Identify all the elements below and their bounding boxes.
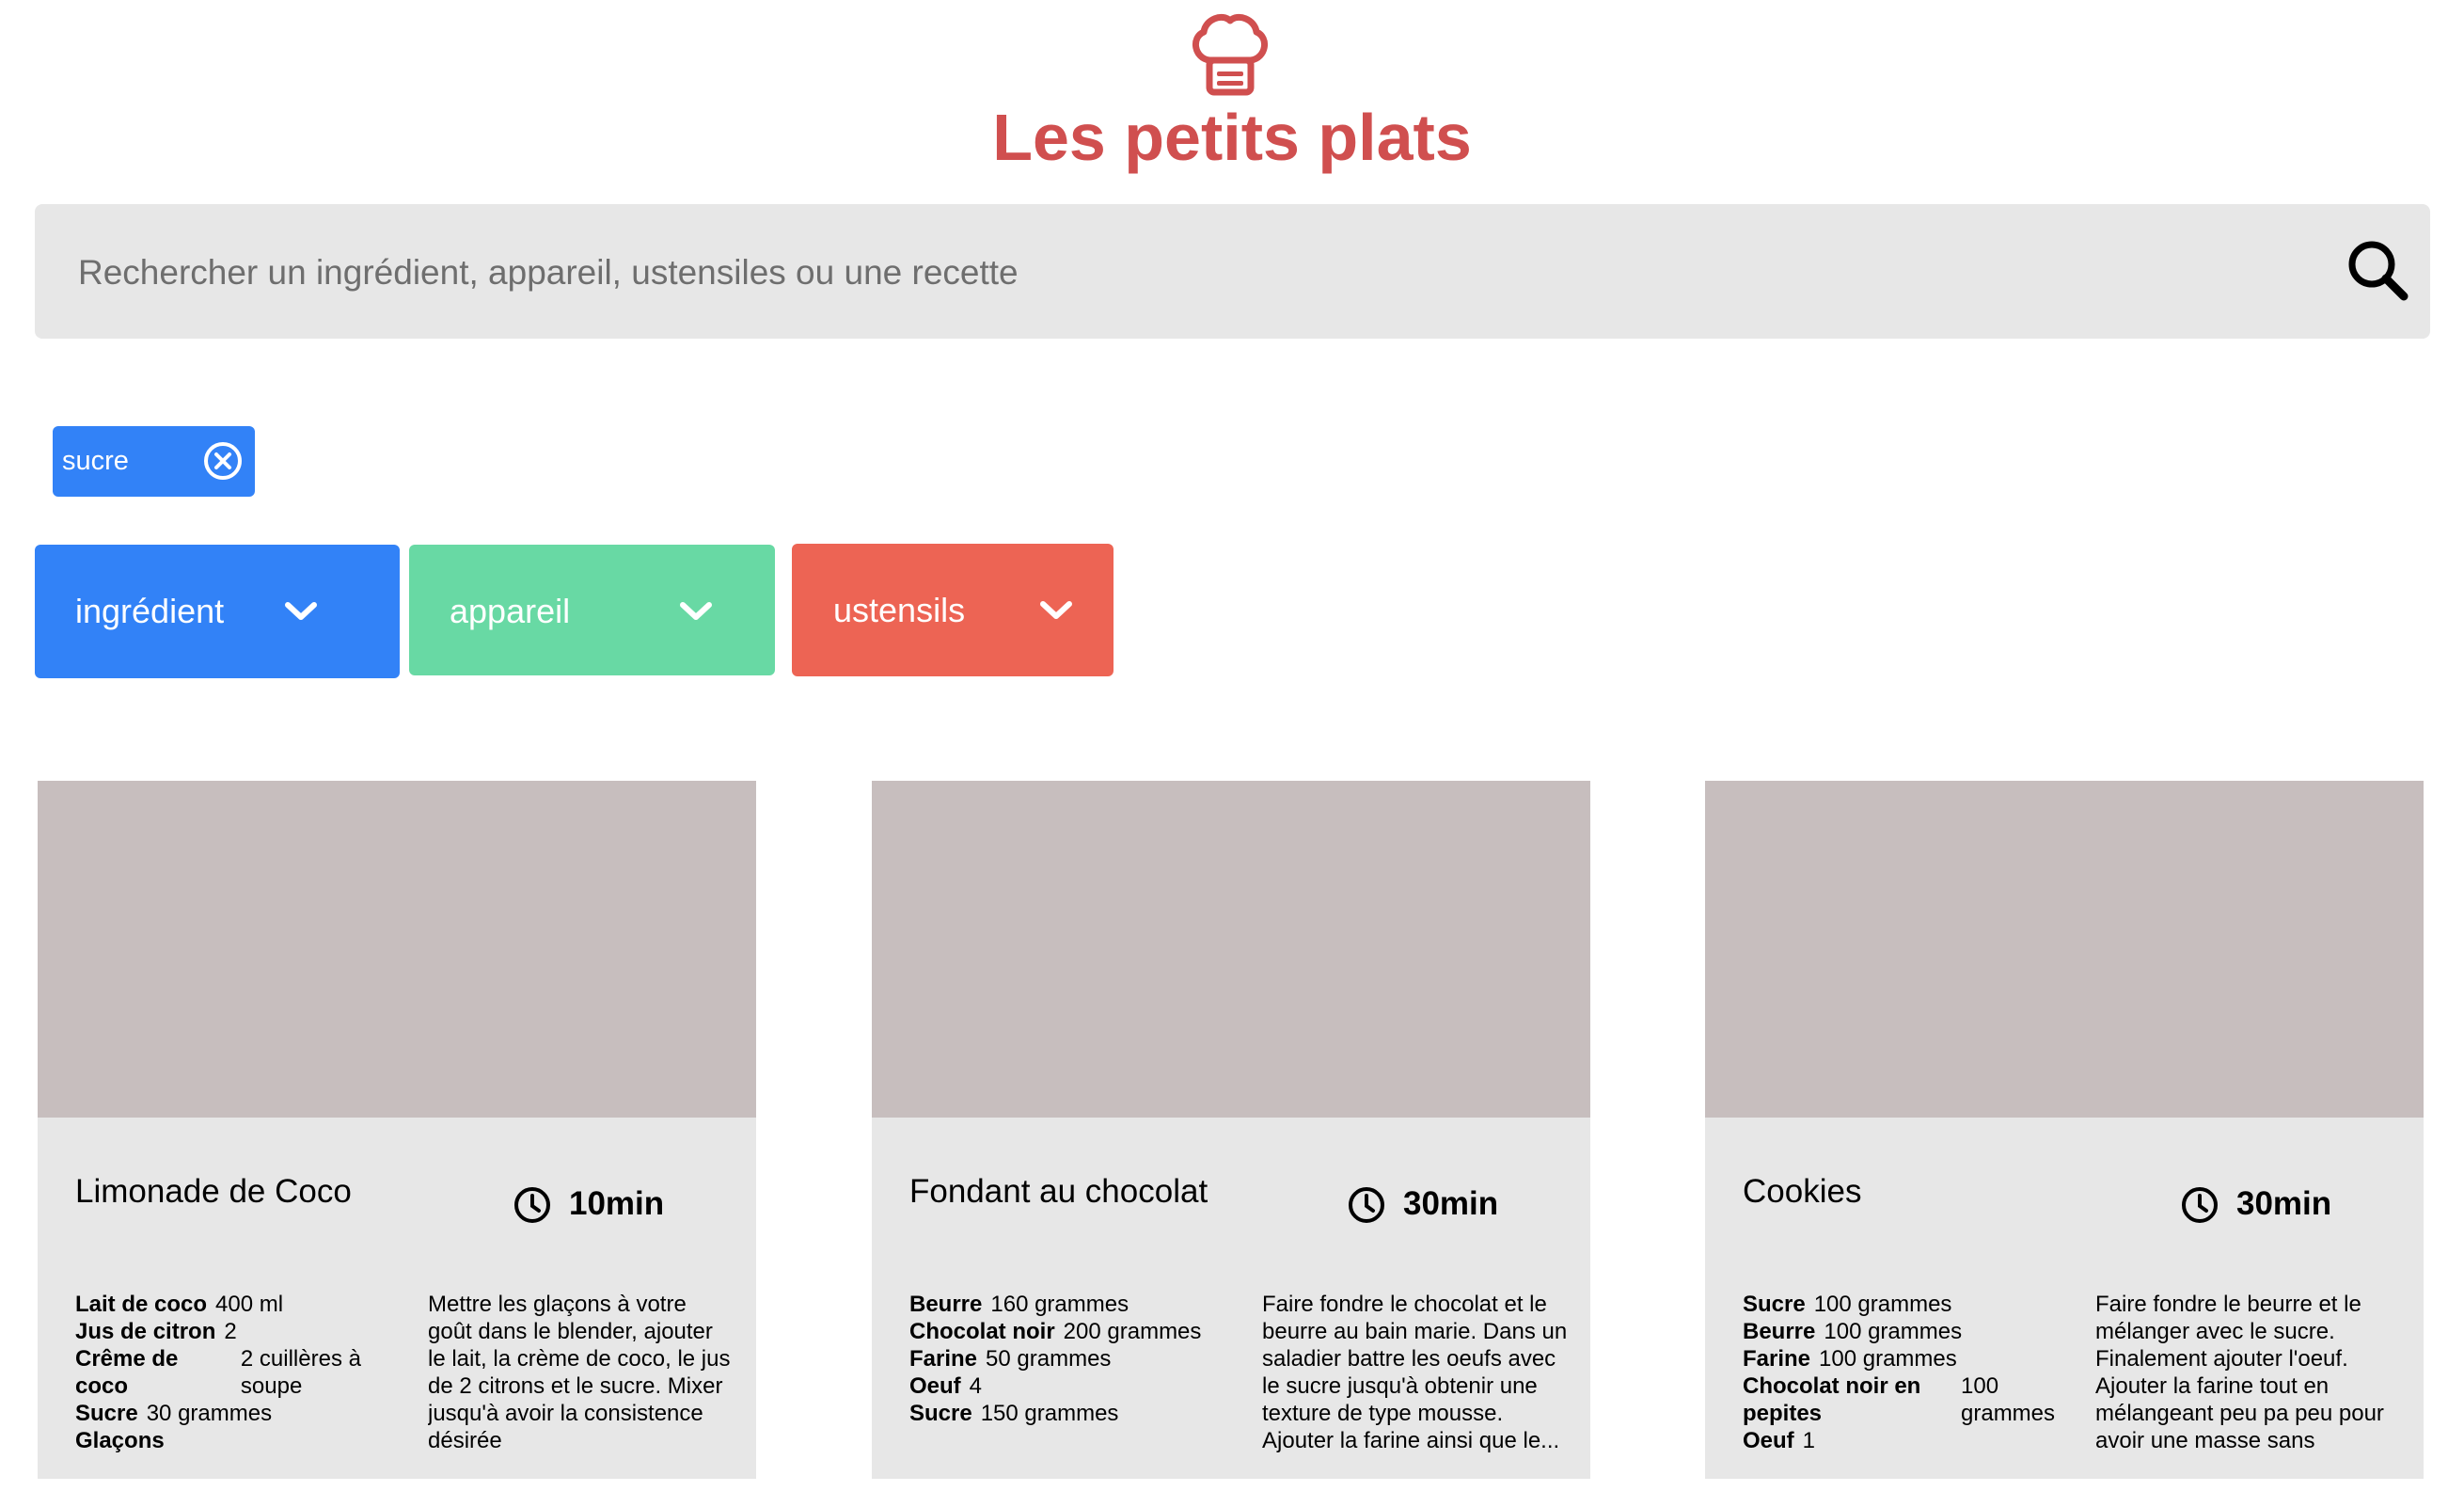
ingredient-qty: 400 ml bbox=[215, 1292, 284, 1317]
ingredient-row: Sucre 30 grammes bbox=[75, 1400, 423, 1427]
ingredient-row: Sucre 150 grammes bbox=[909, 1400, 1257, 1427]
ingredient-qty: 30 grammes bbox=[146, 1401, 273, 1426]
filter-ingredient-label: ingrédient bbox=[75, 592, 225, 630]
ingredient-row: Beurre 160 grammes bbox=[909, 1291, 1257, 1318]
ingredient-qty: 150 grammes bbox=[980, 1401, 1119, 1426]
ingredient-list: Beurre 160 grammes Chocolat noir 200 gramm… bbox=[909, 1291, 1257, 1427]
recipe-card[interactable]: Cookies 30min Sucre 100 grammes Beurre 100… bbox=[1705, 781, 2424, 1479]
ingredient-name: Chocolat noir bbox=[909, 1319, 1055, 1344]
ingredient-name: Crême de coco bbox=[75, 1346, 179, 1399]
ingredient-name: Oeuf bbox=[909, 1373, 961, 1399]
chevron-down-icon bbox=[680, 602, 712, 620]
ingredient-name: Chocolat noir en pepites bbox=[1743, 1373, 1921, 1426]
recipe-description: Faire fondre le chocolat et le beurre au… bbox=[1262, 1292, 1568, 1453]
ingredient-row: Lait de coco 400 ml bbox=[75, 1291, 423, 1318]
recipe-image-placeholder bbox=[872, 781, 1590, 1118]
ingredient-row: Chocolat noir 200 grammes bbox=[909, 1318, 1257, 1345]
recipe-card[interactable]: Limonade de Coco 10min Lait de coco 400 m… bbox=[38, 781, 756, 1479]
filter-ustensils-button[interactable]: ustensils bbox=[792, 544, 1114, 676]
ingredient-name: Farine bbox=[1743, 1346, 1811, 1372]
recipe-title: Fondant au chocolat bbox=[909, 1173, 1208, 1210]
ingredient-name: Oeuf bbox=[1743, 1428, 1794, 1453]
ingredient-row: Crême de coco 2 cuillères à soupe bbox=[75, 1345, 423, 1400]
recipe-time-value: 30min bbox=[1403, 1185, 1499, 1222]
ingredient-qty: 100 grammes bbox=[1819, 1346, 1957, 1372]
ingredient-list: Lait de coco 400 ml Jus de citron 2 Crême … bbox=[75, 1291, 423, 1454]
tag-label: sucre bbox=[62, 446, 129, 476]
search-bar bbox=[35, 204, 2430, 341]
clock-icon bbox=[1349, 1187, 1384, 1223]
ingredient-qty: 2 bbox=[224, 1319, 237, 1344]
recipe-time-value: 30min bbox=[2236, 1185, 2332, 1222]
ingredient-row: Farine 100 grammes bbox=[1743, 1345, 2091, 1372]
ingredient-list: Sucre 100 grammes Beurre 100 grammes Farin… bbox=[1743, 1291, 2091, 1454]
ingredient-name: Sucre bbox=[1743, 1292, 1806, 1317]
ingredient-qty: 100 grammes bbox=[1824, 1319, 1963, 1344]
ingredient-name: Farine bbox=[909, 1346, 978, 1372]
ingredient-name: Sucre bbox=[909, 1401, 972, 1426]
ingredient-name: Jus de citron bbox=[75, 1319, 216, 1344]
ingredient-qty: 2 cuillères à soupe bbox=[240, 1346, 361, 1399]
clock-icon bbox=[2182, 1187, 2218, 1223]
filter-ustensils-label: ustensils bbox=[833, 591, 966, 629]
filter-appareil-button[interactable]: appareil bbox=[409, 545, 775, 675]
recipe-title: Cookies bbox=[1743, 1173, 1862, 1210]
ingredient-name: Beurre bbox=[1743, 1319, 1816, 1344]
ingredient-row: Oeuf 4 bbox=[909, 1372, 1257, 1400]
ingredient-row: Glaçons bbox=[75, 1427, 423, 1454]
ingredient-qty: 100 grammes bbox=[1961, 1373, 2056, 1426]
selected-tag: sucre bbox=[53, 426, 255, 497]
chevron-down-icon bbox=[1040, 601, 1072, 619]
ingredient-row: Farine 50 grammes bbox=[909, 1345, 1257, 1372]
recipe-title: Limonade de Coco bbox=[75, 1173, 352, 1210]
filter-ingredient-button[interactable]: ingrédient bbox=[35, 545, 400, 678]
ingredient-name: Beurre bbox=[909, 1292, 983, 1317]
ingredient-row: Oeuf 1 bbox=[1743, 1427, 2091, 1454]
close-circle-icon[interactable] bbox=[202, 440, 244, 482]
clock-icon bbox=[514, 1187, 550, 1223]
search-button[interactable] bbox=[2342, 234, 2417, 309]
ingredient-qty: 160 grammes bbox=[990, 1292, 1129, 1317]
filter-appareil-label: appareil bbox=[450, 592, 571, 630]
search-icon bbox=[2348, 241, 2409, 301]
recipe-time-value: 10min bbox=[569, 1185, 665, 1222]
ingredient-name: Lait de coco bbox=[75, 1292, 208, 1317]
recipe-card[interactable]: Fondant au chocolat 30min Beurre 160 gram… bbox=[872, 781, 1590, 1479]
ingredient-row: Sucre 100 grammes bbox=[1743, 1291, 2091, 1318]
ingredient-row: Beurre 100 grammes bbox=[1743, 1318, 2091, 1345]
ingredient-qty: 50 grammes bbox=[986, 1346, 1112, 1372]
ingredient-name: Glaçons bbox=[75, 1428, 165, 1453]
ingredient-row: Chocolat noir en pepites 100 grammes bbox=[1743, 1372, 2091, 1427]
ingredient-qty: 4 bbox=[969, 1373, 983, 1399]
ingredient-row: Jus de citron 2 bbox=[75, 1318, 423, 1345]
ingredient-qty: 200 grammes bbox=[1063, 1319, 1202, 1344]
chef-hat-icon bbox=[1193, 14, 1268, 96]
search-input[interactable] bbox=[76, 204, 2318, 341]
chevron-down-icon bbox=[285, 602, 317, 620]
recipe-image-placeholder bbox=[1705, 781, 2424, 1118]
recipe-image-placeholder bbox=[38, 781, 756, 1118]
recipe-description: Mettre les glaçons à votre goût dans le … bbox=[428, 1292, 731, 1453]
ingredient-qty: 100 grammes bbox=[1813, 1292, 1952, 1317]
ingredient-qty: 1 bbox=[1802, 1428, 1816, 1453]
ingredient-name: Sucre bbox=[75, 1401, 138, 1426]
site-title: Les petits plats bbox=[992, 101, 1472, 174]
recipe-description: Faire fondre le beurre et le mélanger av… bbox=[2095, 1292, 2384, 1453]
